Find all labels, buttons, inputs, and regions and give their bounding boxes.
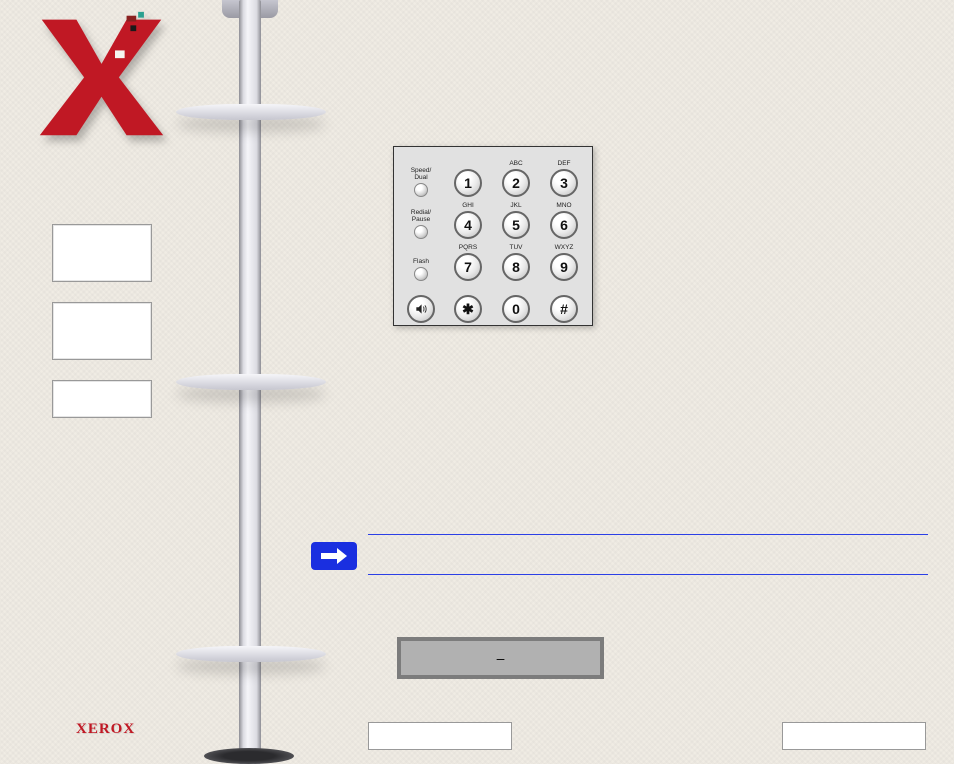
key-label: JKL: [498, 202, 534, 209]
key-label: GHI: [450, 202, 486, 209]
redial-pause-led-group: Redial/ Pause: [404, 209, 438, 239]
key-label: WXYZ: [546, 244, 582, 251]
key-0[interactable]: 0: [502, 295, 530, 323]
speed-dual-led-group: Speed/ Dual: [404, 167, 438, 197]
redial-pause-led[interactable]: [414, 225, 428, 239]
key-3[interactable]: 3: [550, 169, 578, 197]
key-7[interactable]: 7: [454, 253, 482, 281]
key-9[interactable]: 9: [550, 253, 578, 281]
key-label: PQRS: [450, 244, 486, 251]
key-label: TUV: [498, 244, 534, 251]
footer-nav-next[interactable]: [782, 722, 926, 750]
key-5[interactable]: 5: [502, 211, 530, 239]
nav-box[interactable]: [52, 224, 152, 282]
footer-nav-prev[interactable]: [368, 722, 512, 750]
rule: [368, 574, 928, 575]
key-4[interactable]: 4: [454, 211, 482, 239]
pillar-base: [204, 748, 294, 764]
nav-box[interactable]: [52, 380, 152, 418]
shelf: [176, 104, 326, 128]
nav-box[interactable]: [52, 302, 152, 360]
redial-pause-label: Redial/ Pause: [404, 209, 438, 223]
key-label: [498, 286, 534, 293]
key-label: ABC: [498, 160, 534, 167]
key-label: [450, 160, 486, 167]
rule: [368, 534, 928, 535]
key-1[interactable]: 1: [454, 169, 482, 197]
speed-dual-led[interactable]: [414, 183, 428, 197]
flash-led-group: Flash: [404, 258, 438, 281]
search-button-label: –: [497, 650, 505, 666]
next-arrow-button[interactable]: [311, 542, 357, 570]
footer-brand: XEROX: [76, 721, 135, 738]
key-label: MNO: [546, 202, 582, 209]
search-button[interactable]: –: [397, 637, 604, 679]
key-6[interactable]: 6: [550, 211, 578, 239]
flash-led[interactable]: [414, 267, 428, 281]
key-8[interactable]: 8: [502, 253, 530, 281]
key-star[interactable]: ✱: [454, 295, 482, 323]
key-speaker[interactable]: [407, 295, 435, 323]
key-label: DEF: [546, 160, 582, 167]
shelf: [176, 374, 326, 398]
speed-dual-label: Speed/ Dual: [404, 167, 438, 181]
xerox-logo: [34, 8, 169, 143]
shelf: [176, 646, 326, 670]
key-label: [404, 286, 438, 293]
key-2[interactable]: 2: [502, 169, 530, 197]
key-label: [450, 286, 486, 293]
flash-label: Flash: [404, 258, 438, 265]
key-label: [546, 286, 582, 293]
key-hash[interactable]: #: [550, 295, 578, 323]
dial-keypad: Speed/ Dual 1 ABC 2 DEF 3 Redial/ Pause GH…: [393, 146, 593, 326]
